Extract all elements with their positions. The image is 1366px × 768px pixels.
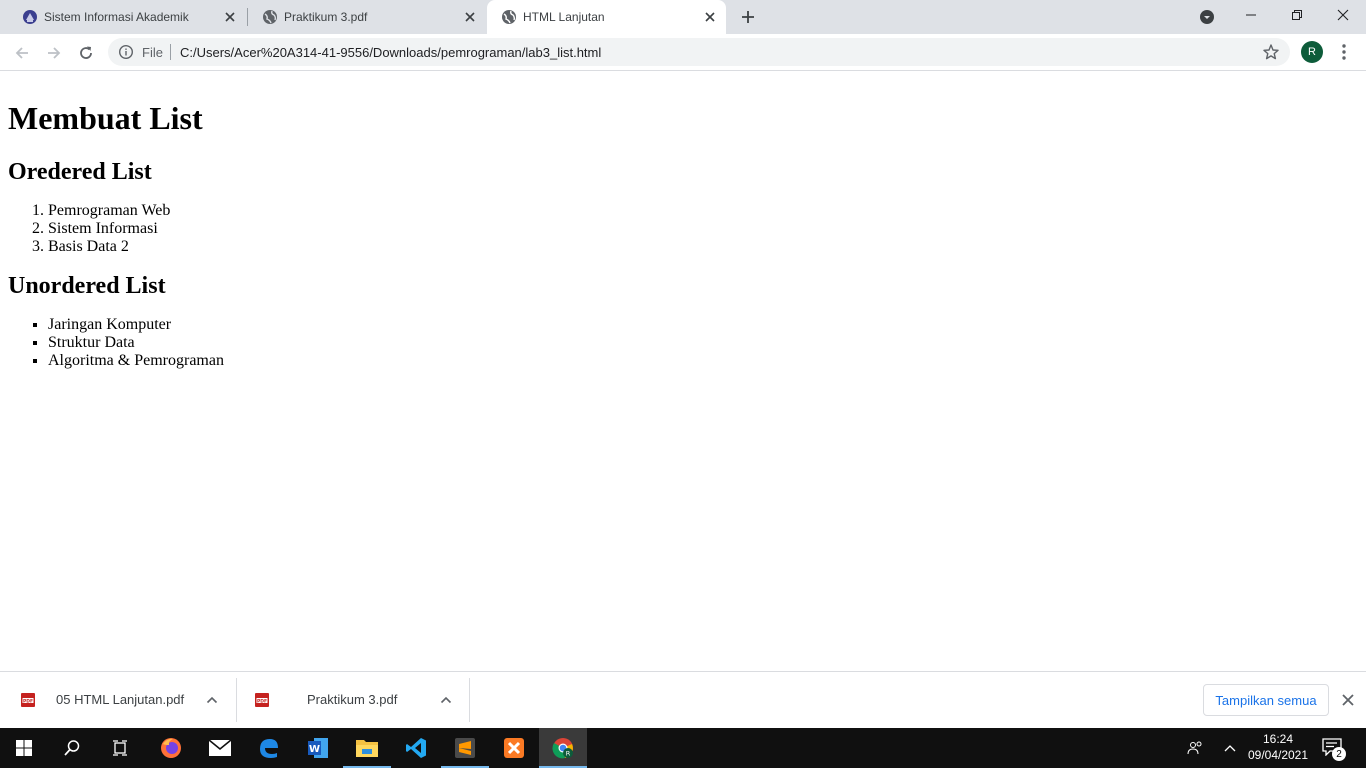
- close-icon: [1337, 9, 1349, 21]
- tab-strip: Sistem Informasi Akademik Praktikum 3.pd…: [0, 0, 1366, 34]
- chevron-down-circle-icon: [1200, 10, 1214, 24]
- omnibox-divider: [170, 44, 171, 60]
- taskbar-app[interactable]: [392, 728, 440, 768]
- tab-title: HTML Lanjutan: [523, 10, 605, 24]
- taskbar-app[interactable]: [147, 728, 195, 768]
- plus-icon: [742, 11, 754, 23]
- security-chip[interactable]: File: [142, 45, 163, 60]
- browser-menu-button[interactable]: [1336, 43, 1352, 61]
- pdf-icon: PDF: [254, 692, 270, 708]
- people-icon[interactable]: [1187, 740, 1203, 756]
- restore-icon: [1292, 10, 1302, 20]
- edge-icon: [260, 739, 278, 758]
- tab-sistem-informasi-akademik[interactable]: Sistem Informasi Akademik: [8, 0, 246, 34]
- download-shelf: PDF 05 HTML Lanjutan.pdf PDF Praktikum 3…: [0, 671, 1366, 728]
- url-text[interactable]: C:/Users/Acer%20A314-41-9556/Downloads/p…: [180, 45, 601, 60]
- tab-title: Sistem Informasi Akademik: [44, 10, 189, 24]
- chrome-icon: R: [552, 738, 573, 759]
- notification-badge: 2: [1332, 747, 1346, 761]
- taskbar-app[interactable]: W: [294, 728, 342, 768]
- taskbar-app[interactable]: [245, 728, 293, 768]
- kebab-menu-icon: [1342, 44, 1346, 60]
- close-tab-icon[interactable]: [222, 9, 238, 25]
- task-view-icon: [113, 740, 127, 756]
- sublime-icon: [455, 738, 475, 758]
- start-button[interactable]: [0, 728, 48, 768]
- info-icon[interactable]: [118, 44, 134, 60]
- ordered-list-heading: Oredered List: [8, 159, 152, 185]
- university-logo-icon: [22, 9, 38, 25]
- taskbar-app[interactable]: [490, 728, 538, 768]
- bookmark-star-icon[interactable]: [1262, 43, 1280, 61]
- download-filename: Praktikum 3.pdf: [307, 692, 398, 707]
- minimize-button[interactable]: [1228, 0, 1274, 30]
- page-title: Membuat List: [8, 100, 203, 136]
- browser-toolbar: File C:/Users/Acer%20A314-41-9556/Downlo…: [0, 34, 1366, 71]
- back-button[interactable]: [8, 39, 36, 67]
- globe-icon: [501, 9, 517, 25]
- show-all-downloads-button[interactable]: Tampilkan semua: [1203, 684, 1329, 716]
- minimize-icon: [1246, 14, 1256, 16]
- mail-icon: [208, 739, 232, 756]
- restore-button[interactable]: [1274, 0, 1320, 30]
- close-shelf-icon[interactable]: [1340, 692, 1356, 708]
- taskbar-app[interactable]: [441, 728, 489, 768]
- tab-search-button[interactable]: [1199, 9, 1215, 25]
- profile-avatar[interactable]: R: [1301, 41, 1323, 63]
- search-button[interactable]: [48, 728, 96, 768]
- list-item: Jaringan Komputer: [48, 316, 1358, 334]
- clock-time: 16:24: [1262, 732, 1294, 746]
- ordered-list: Pemrograman Web Sistem Informasi Basis D…: [8, 202, 1358, 256]
- unordered-list: Jaringan Komputer Struktur Data Algoritm…: [8, 316, 1358, 370]
- globe-icon: [262, 9, 278, 25]
- list-item: Pemrograman Web: [48, 202, 1358, 220]
- firefox-icon: [161, 738, 181, 758]
- download-item[interactable]: PDF 05 HTML Lanjutan.pdf: [0, 678, 236, 722]
- list-item: Basis Data 2: [48, 238, 1358, 256]
- list-item: Algoritma & Pemrograman: [48, 352, 1358, 370]
- word-icon: W: [308, 738, 328, 758]
- action-center-button[interactable]: 2: [1322, 738, 1346, 761]
- forward-button[interactable]: [40, 39, 68, 67]
- list-item: Sistem Informasi: [48, 220, 1358, 238]
- svg-text:PDF: PDF: [23, 698, 33, 704]
- close-tab-icon[interactable]: [462, 9, 478, 25]
- svg-text:W: W: [309, 744, 320, 755]
- taskbar-app[interactable]: [196, 728, 244, 768]
- xampp-icon: [504, 738, 524, 758]
- chevron-up-icon[interactable]: [438, 692, 454, 708]
- taskbar-app[interactable]: [343, 728, 391, 768]
- new-tab-button[interactable]: [738, 7, 758, 27]
- system-clock[interactable]: 16:24 09/04/2021: [1244, 731, 1312, 763]
- windows-logo-icon: [16, 740, 32, 756]
- chevron-up-icon[interactable]: [1222, 740, 1238, 756]
- vscode-icon: [406, 738, 426, 758]
- tab-title: Praktikum 3.pdf: [284, 10, 368, 24]
- download-filename: 05 HTML Lanjutan.pdf: [56, 692, 185, 707]
- chevron-up-icon[interactable]: [204, 692, 220, 708]
- reload-icon: [80, 46, 92, 59]
- close-window-button[interactable]: [1320, 0, 1366, 30]
- svg-text:PDF: PDF: [257, 698, 267, 704]
- file-explorer-icon: [356, 740, 378, 757]
- unordered-list-heading: Unordered List: [8, 273, 166, 299]
- download-item[interactable]: PDF Praktikum 3.pdf: [234, 678, 470, 722]
- download-separator: [469, 678, 470, 722]
- search-icon: [64, 740, 80, 756]
- close-tab-icon[interactable]: [702, 9, 718, 25]
- windows-taskbar: W R 16:24 09/04/2021 2: [0, 728, 1366, 768]
- pdf-icon: PDF: [20, 692, 36, 708]
- arrow-left-icon: [15, 47, 28, 59]
- task-view-button[interactable]: [96, 728, 144, 768]
- tab-praktikum-3[interactable]: Praktikum 3.pdf: [248, 0, 486, 34]
- address-bar[interactable]: File C:/Users/Acer%20A314-41-9556/Downlo…: [108, 38, 1290, 66]
- svg-text:R: R: [566, 750, 571, 758]
- reload-button[interactable]: [72, 39, 100, 67]
- taskbar-app-active[interactable]: R: [539, 728, 587, 768]
- tab-html-lanjutan[interactable]: HTML Lanjutan: [487, 0, 726, 34]
- arrow-right-icon: [48, 47, 61, 59]
- list-item: Struktur Data: [48, 334, 1358, 352]
- page-content: Membuat List Oredered List Pemrograman W…: [0, 71, 1366, 671]
- clock-date: 09/04/2021: [1247, 748, 1309, 762]
